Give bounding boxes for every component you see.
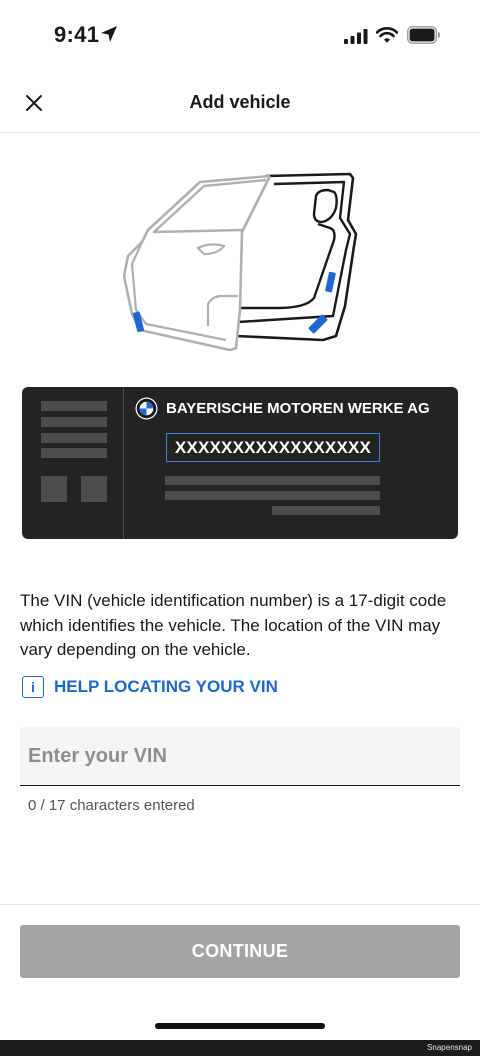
plate-placeholder-line bbox=[165, 491, 380, 500]
manufacturer-name: BAYERISCHE MOTOREN WERKE AG bbox=[166, 400, 430, 417]
vin-field bbox=[20, 727, 460, 786]
bottom-divider bbox=[0, 904, 480, 905]
vin-location-marker bbox=[325, 271, 336, 293]
info-icon: i bbox=[22, 676, 44, 698]
status-time: 9:41 bbox=[54, 22, 100, 47]
continue-button[interactable]: CONTINUE bbox=[20, 925, 460, 978]
watermark-text: Snapensnap bbox=[427, 1043, 472, 1052]
plate-placeholder-line bbox=[272, 506, 380, 515]
plate-placeholder-line bbox=[41, 417, 107, 427]
plate-placeholder-square bbox=[41, 476, 67, 502]
cellular-signal-icon bbox=[344, 29, 368, 44]
bmw-logo bbox=[135, 397, 158, 420]
battery-icon bbox=[407, 26, 440, 44]
home-indicator[interactable] bbox=[155, 1023, 325, 1029]
car-door-illustration bbox=[122, 172, 358, 352]
plate-placeholder-square bbox=[81, 476, 107, 502]
navigation-header: Add vehicle bbox=[0, 70, 480, 133]
watermark-bar: Snapensnap bbox=[0, 1040, 480, 1056]
location-arrow-icon bbox=[101, 26, 117, 42]
status-bar: 9:41 bbox=[0, 0, 480, 70]
vin-input[interactable] bbox=[20, 727, 460, 785]
plate-placeholder-line bbox=[41, 401, 107, 411]
wifi-icon bbox=[376, 27, 398, 43]
plate-placeholder-line bbox=[41, 433, 107, 443]
vin-example-box: XXXXXXXXXXXXXXXXX bbox=[166, 433, 380, 462]
plate-placeholder-line bbox=[41, 448, 107, 458]
help-locating-vin-link[interactable]: i HELP LOCATING YOUR VIN bbox=[22, 675, 278, 699]
vin-description: The VIN (vehicle identification number) … bbox=[20, 591, 447, 659]
plate-divider bbox=[123, 387, 124, 539]
help-link-label: HELP LOCATING YOUR VIN bbox=[54, 677, 278, 696]
plate-placeholder-line bbox=[165, 476, 380, 485]
page-title: Add vehicle bbox=[189, 92, 291, 112]
character-counter: 0 / 17 characters entered bbox=[28, 797, 195, 814]
vin-plate-illustration: BAYERISCHE MOTOREN WERKE AG XXXXXXXXXXXX… bbox=[22, 387, 458, 539]
